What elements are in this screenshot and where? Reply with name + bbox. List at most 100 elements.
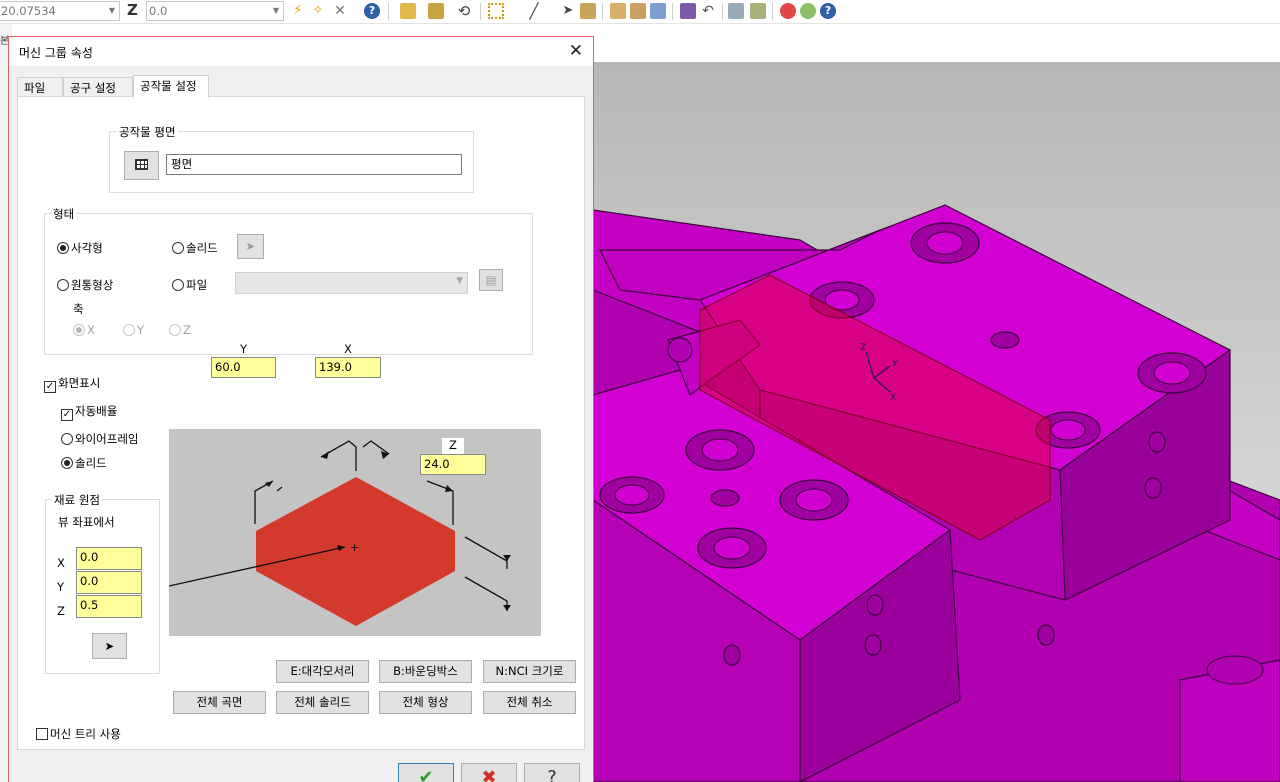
stock-x-size-field[interactable]: 139.0 — [315, 357, 381, 378]
file-path-combo[interactable]: ▼ — [235, 272, 468, 294]
radio-dot — [61, 433, 73, 445]
shape-cylinder-label: 원통형상 — [71, 278, 114, 292]
display-solid-label: 솔리드 — [75, 456, 107, 470]
toolbar-separator — [672, 3, 673, 20]
graphics-viewport[interactable]: Z Y X — [593, 62, 1280, 782]
tab-stock-setup[interactable]: 공작물 설정 — [133, 75, 209, 98]
toolbar-separator — [388, 3, 389, 20]
shape-solid-label: 솔리드 — [186, 241, 218, 255]
display-solid-radio[interactable]: 솔리드 — [61, 456, 107, 470]
view-icon[interactable] — [680, 3, 696, 19]
plane-name-value: 평면 — [171, 157, 193, 171]
tab-tool-settings-label: 공구 설정 — [70, 81, 116, 95]
plane-name-field[interactable]: 평면 — [166, 154, 462, 175]
svg-text:Y: Y — [891, 359, 898, 369]
dialog-titlebar: 머신 그룹 속성 ✕ — [9, 37, 593, 66]
stock-origin-group: 재료 원점 뷰 좌표에서 X Y Z 0.0 0.0 0.5 ➤ — [45, 492, 160, 674]
machine-tree-checkbox[interactable]: 머신 트리 사용 — [36, 727, 121, 741]
cube-blue-icon[interactable] — [650, 3, 666, 19]
bounding-box-button[interactable]: B:바운딩박스 — [379, 660, 472, 683]
cube-icon[interactable] — [610, 3, 626, 19]
corner-button-label: E:대각모서리 — [290, 664, 355, 678]
origin-z-field[interactable]: 0.5 — [76, 595, 142, 618]
ok-icon[interactable] — [800, 3, 816, 19]
corner-button[interactable]: E:대각모서리 — [276, 660, 369, 683]
machine-tree-label: 머신 트리 사용 — [50, 727, 121, 741]
show-display-checkbox[interactable]: ✓ 화면표시 — [44, 376, 100, 393]
verify-icon[interactable] — [750, 3, 766, 19]
origin-x-label: X — [57, 556, 65, 570]
analyze-icon[interactable] — [580, 3, 596, 19]
folder-icon: ▤ — [485, 273, 497, 287]
help-button[interactable]: ? — [524, 763, 580, 782]
dialog-title: 머신 그룹 속성 — [19, 46, 93, 60]
all-entities-button-label: 전체 형상 — [402, 695, 449, 709]
snap-point-icon[interactable]: ✧ — [310, 3, 326, 19]
stock-y-size-field[interactable]: 60.0 — [211, 357, 276, 378]
axis-x-radio[interactable]: X — [73, 323, 95, 337]
autocursor-icon[interactable]: ⚡ — [290, 3, 306, 19]
line-icon[interactable]: ╱ — [526, 3, 542, 19]
radio-dot — [123, 324, 135, 336]
chevron-down-icon: ▼ — [108, 6, 116, 15]
origin-y-label: Y — [57, 580, 65, 594]
bounding-box-button-label: B:바운딩박스 — [393, 664, 458, 678]
coordinate-combo[interactable]: 20.07534 ▼ — [0, 1, 120, 21]
all-entities-button[interactable]: 전체 형상 — [379, 691, 472, 714]
stop-icon[interactable] — [780, 3, 796, 19]
shape-solid-radio[interactable]: 솔리드 — [172, 241, 218, 255]
shape-rectangle-radio[interactable]: 사각형 — [57, 241, 103, 255]
help-icon[interactable]: ? — [820, 3, 836, 19]
pick-origin-button[interactable]: ➤ — [92, 633, 127, 659]
rotate-view-icon[interactable]: ⟲ — [456, 3, 472, 19]
all-surfaces-button-label: 전체 곡면 — [196, 695, 243, 709]
radio-dot — [57, 279, 69, 291]
dim-z-label: Z — [442, 438, 464, 454]
tab-files[interactable]: 파일 — [17, 77, 63, 97]
shape-cylinder-radio[interactable]: 원통형상 — [57, 278, 113, 292]
select-box-icon[interactable] — [488, 3, 504, 19]
wireframe-radio[interactable]: 와이어프레임 — [61, 432, 138, 446]
auto-fit-checkbox[interactable]: ✓ 자동배율 — [61, 404, 117, 421]
view-coords-label: 뷰 좌표에서 — [58, 515, 115, 529]
browse-file-button[interactable]: ▤ — [479, 269, 503, 291]
tab-files-label: 파일 — [24, 81, 46, 95]
origin-y-field[interactable]: 0.0 — [76, 571, 142, 594]
origin-z-value: 0.5 — [80, 598, 99, 612]
nci-extents-button[interactable]: N:NCI 크기로 — [483, 660, 576, 683]
stock-z-size-field[interactable]: 24.0 — [420, 454, 486, 475]
cube-front-icon[interactable] — [630, 3, 646, 19]
layer-icon[interactable] — [400, 3, 416, 19]
all-solids-button[interactable]: 전체 솔리드 — [276, 691, 369, 714]
group-icon[interactable] — [728, 3, 744, 19]
plane-select-button[interactable] — [124, 151, 159, 180]
origin-y-value: 0.0 — [80, 574, 99, 588]
top-toolbar: 20.07534 ▼ Z 0.0 ▼ ⚡ ✧ ✕ ? ⟲ ╱ ➤ ↶ ? — [0, 0, 1280, 24]
shape-file-radio[interactable]: 파일 — [172, 278, 207, 292]
origin-x-value: 0.0 — [80, 550, 99, 564]
all-surfaces-button[interactable]: 전체 곡면 — [173, 691, 266, 714]
copy-layer-icon[interactable] — [428, 3, 444, 19]
tab-tool-settings[interactable]: 공구 설정 — [63, 77, 133, 97]
cancel-button[interactable]: ✖ — [461, 763, 517, 782]
intersection-icon[interactable]: ✕ — [332, 3, 348, 19]
axis-z-radio[interactable]: Z — [169, 323, 191, 337]
unselect-all-button[interactable]: 전체 취소 — [483, 691, 576, 714]
select-solid-button[interactable]: ➤ — [237, 234, 264, 259]
undo-view-icon[interactable]: ↶ — [700, 3, 716, 19]
stock-plane-title: 공작물 평면 — [117, 124, 178, 140]
radio-dot — [169, 324, 181, 336]
axis-x-label: X — [87, 323, 95, 337]
z-depth-combo[interactable]: 0.0 ▼ — [146, 1, 284, 21]
unselect-all-button-label: 전체 취소 — [506, 695, 553, 709]
toolbar-separator — [722, 3, 723, 20]
origin-x-field[interactable]: 0.0 — [76, 547, 142, 570]
help-icon[interactable]: ? — [364, 3, 380, 19]
ok-button[interactable]: ✔ — [398, 763, 454, 782]
chevron-down-icon: ▼ — [456, 276, 463, 286]
close-icon[interactable]: ✕ — [569, 41, 583, 61]
wireframe-label: 와이어프레임 — [75, 432, 139, 446]
axis-y-radio[interactable]: Y — [123, 323, 144, 337]
radio-dot — [172, 279, 184, 291]
pointer-icon[interactable]: ➤ — [560, 3, 576, 19]
